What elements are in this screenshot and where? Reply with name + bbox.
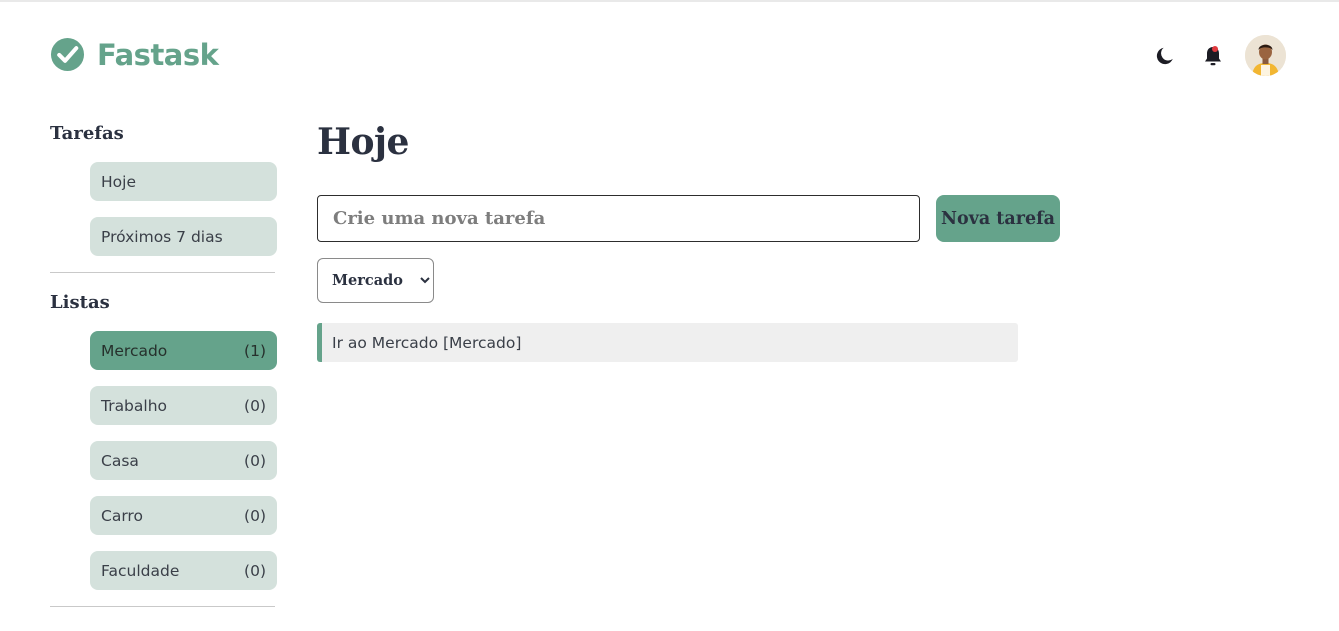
sidebar-item-count: (0): [244, 561, 266, 580]
main-content: Hoje Nova tarefa Mercado Ir ao Mercado […: [317, 118, 1060, 362]
sidebar-item-count: (1): [244, 341, 266, 360]
top-border: [0, 0, 1339, 2]
sidebar-item-label: Casa: [101, 451, 139, 470]
logo[interactable]: Fastask: [50, 37, 219, 72]
sidebar-item-count: (0): [244, 396, 266, 415]
sidebar-item-faculdade[interactable]: Faculdade (0): [90, 551, 277, 590]
tarefas-nav: Hoje Próximos 7 dias: [90, 162, 277, 256]
bell-icon: [1205, 45, 1221, 65]
sidebar-item-trabalho[interactable]: Trabalho (0): [90, 386, 277, 425]
check-circle-icon: [50, 37, 85, 72]
moon-icon: [1156, 47, 1173, 64]
sidebar-item-count: (0): [244, 451, 266, 470]
sidebar-item-casa[interactable]: Casa (0): [90, 441, 277, 480]
sidebar: Tarefas Hoje Próximos 7 dias Listas Merc…: [50, 122, 277, 607]
sidebar-item-label: Carro: [101, 506, 143, 525]
sidebar-item-label: Próximos 7 dias: [101, 227, 223, 246]
sidebar-item-carro[interactable]: Carro (0): [90, 496, 277, 535]
sidebar-divider: [50, 606, 275, 607]
sidebar-divider: [50, 272, 275, 273]
avatar[interactable]: [1245, 35, 1286, 76]
new-task-button[interactable]: Nova tarefa: [936, 195, 1060, 242]
list-select[interactable]: Mercado: [317, 258, 434, 303]
listas-nav: Mercado (1) Trabalho (0) Casa (0) Carro …: [90, 331, 277, 590]
dark-mode-toggle[interactable]: [1153, 44, 1177, 68]
sidebar-item-count: (0): [244, 506, 266, 525]
new-task-row: Nova tarefa: [317, 195, 1060, 242]
sidebar-item-label: Faculdade: [101, 561, 180, 580]
user-avatar-image: [1245, 35, 1286, 76]
new-task-input[interactable]: [317, 195, 920, 242]
page-title: Hoje: [317, 121, 409, 163]
notifications-button[interactable]: [1201, 44, 1225, 68]
task-text: Ir ao Mercado [Mercado]: [332, 333, 522, 352]
header-actions: [1153, 35, 1286, 76]
sidebar-item-label: Trabalho: [101, 396, 168, 415]
task-item[interactable]: Ir ao Mercado [Mercado]: [317, 323, 1018, 362]
sidebar-item-label: Hoje: [101, 172, 136, 191]
sidebar-item-label: Mercado: [101, 341, 168, 360]
app-name: Fastask: [97, 37, 219, 72]
sidebar-item-proximos-7-dias[interactable]: Próximos 7 dias: [90, 217, 277, 256]
listas-heading: Listas: [50, 292, 110, 313]
sidebar-item-mercado[interactable]: Mercado (1): [90, 331, 277, 370]
tarefas-heading: Tarefas: [50, 123, 124, 144]
sidebar-item-hoje[interactable]: Hoje: [90, 162, 277, 201]
